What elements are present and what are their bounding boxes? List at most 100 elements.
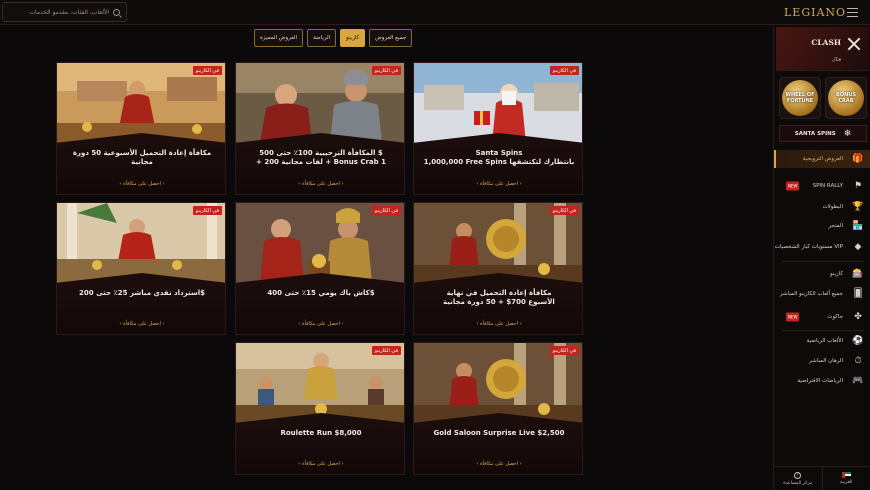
sidebar-item-label: الرياضات الافتراضية xyxy=(797,377,843,384)
promo-card[interactable]: في الكازينو Santa Spins 1,000,000 Free S… xyxy=(413,62,583,195)
promo-card[interactable]: في الكازينو Gold Saloon Surprise Live $2… xyxy=(413,342,583,475)
sidebar-item[interactable]: المتجر 🏪 xyxy=(774,217,870,235)
promo-filter-tabs: العروض المميزة الرياضة كازينو جميع العرو… xyxy=(254,29,413,47)
search-placeholder: الألعاب، الفئات، مقدمو الخدمات xyxy=(29,8,109,16)
sidebar-item-label: جميع ألعاب الكازينو المباشر xyxy=(779,290,843,297)
claim-bonus-label: احصل على مكافأة xyxy=(301,461,341,467)
claim-bonus-link[interactable]: ‹ احصل على مكافأة › xyxy=(236,321,404,327)
promo-title-line2: + 200 لفات مجانية + Bonus Crab 1 xyxy=(256,158,386,166)
swords-icon xyxy=(847,37,861,51)
filter-sports[interactable]: الرياضة xyxy=(307,29,337,47)
promo-title-line1: مكافأة إعادة التحميل في نهاية xyxy=(446,289,552,297)
promo-image xyxy=(236,63,404,143)
bonus-coins: WHEEL OF FORTUNE BONUS CRAB xyxy=(779,77,867,119)
sidebar-item[interactable]: SPIN RALLY ⚑ NEW xyxy=(774,177,870,195)
claim-bonus-link[interactable]: ‹ احصل على مكافأة › xyxy=(57,321,225,327)
sidebar-item[interactable]: الألعاب الرياضية ⚽ xyxy=(774,332,870,350)
help-center-label: مركز المساعدة xyxy=(783,480,813,486)
claim-bonus-label: احصل على مكافأة xyxy=(122,321,162,327)
promo-title-line1: Santa Spins xyxy=(475,149,523,157)
search-icon xyxy=(113,8,120,16)
promo-card[interactable]: في الكازينو مكافأة إعادة التحميل الأسبوع… xyxy=(56,62,226,195)
promo-card[interactable]: في الكازينو كاش باك يومي 15٪ حتى 400$ ‹ … xyxy=(235,202,405,335)
casino-badge: في الكازينو xyxy=(549,206,579,215)
promo-title: مكافأة إعادة التحميل في نهاية الأسبوع 70… xyxy=(420,289,578,307)
casino-badge: في الكازينو xyxy=(371,66,401,75)
promo-card[interactable]: في الكازينو مكافأة إعادة التحميل في نهاي… xyxy=(413,202,583,335)
promo-image xyxy=(57,203,225,283)
language-button[interactable]: العربية xyxy=(823,467,870,490)
casino-badge: في الكازينو xyxy=(371,206,401,215)
promo-image xyxy=(57,63,225,143)
claim-bonus-label: احصل على مكافأة xyxy=(122,181,162,187)
sidebar-item-label: جاكوت xyxy=(827,313,843,320)
new-badge: NEW xyxy=(786,312,800,322)
sidebar-item[interactable]: العروض الترويجية 🎁 xyxy=(774,150,870,168)
promo-image xyxy=(414,203,582,283)
promo-title-line1: مكافأة إعادة التحميل الأسبوعية 50 دورة م… xyxy=(72,149,212,166)
claim-bonus-label: احصل على مكافأة xyxy=(301,181,341,187)
new-badge: NEW xyxy=(786,181,800,191)
sidebar-item[interactable]: جاكوت ✤ NEW xyxy=(774,308,870,326)
sidebar-item[interactable]: كازينو 🎰 xyxy=(774,265,870,283)
sidebar-item-label: الرهان المباشر xyxy=(809,357,843,364)
promo-image xyxy=(414,343,582,423)
promo-title: استرداد نقدي مباشر 25٪ حتى 200$ xyxy=(63,289,221,298)
claim-bonus-label: احصل على مكافأة xyxy=(479,181,519,187)
ball-icon: ⚽ xyxy=(852,335,864,346)
sidebar-item[interactable]: الرهان المباشر ⏱ xyxy=(774,352,870,370)
promo-card[interactable]: في الكازينو Roulette Run $8,000 ‹ احصل ع… xyxy=(235,342,405,475)
hamburger-menu-icon[interactable] xyxy=(847,8,858,17)
sidebar-item[interactable]: جميع ألعاب الكازينو المباشر 🂠 xyxy=(774,285,870,303)
filter-special-offers[interactable]: العروض المميزة xyxy=(254,29,304,47)
santa-spins-label: SANTA SPINS xyxy=(794,130,836,137)
bonus-crab-button[interactable]: BONUS CRAB xyxy=(825,77,867,119)
sidebar-item-label: SPIN RALLY xyxy=(812,182,843,189)
gift-icon: 🎁 xyxy=(852,153,864,164)
promo-title: Roulette Run $8,000 xyxy=(242,429,400,438)
search-input[interactable]: الألعاب، الفئات، مقدمو الخدمات xyxy=(2,2,127,22)
sidebar-item-label: الألعاب الرياضية xyxy=(806,337,843,344)
casino-badge: في الكازينو xyxy=(192,66,222,75)
help-center-button[interactable]: ? مركز المساعدة xyxy=(774,467,823,490)
claim-bonus-link[interactable]: ‹ احصل على مكافأة › xyxy=(414,461,582,467)
claim-bonus-link[interactable]: ‹ احصل على مكافأة › xyxy=(414,181,582,187)
sidebar-footer: ? مركز المساعدة العربية xyxy=(774,466,870,490)
gamepad-icon: 🎮 xyxy=(852,375,864,386)
clover-icon: ✤ xyxy=(854,311,862,322)
sidebar-item[interactable]: البطولات 🏆 xyxy=(774,198,870,216)
sidebar-divider xyxy=(782,330,864,331)
promo-body: كاش باك يومي 15٪ حتى 400$ ‹ احصل على مكا… xyxy=(236,283,404,334)
sidebar-item-label: مستويات كبار الشخصيات VIP xyxy=(774,243,843,250)
claim-bonus-link[interactable]: ‹ احصل على مكافأة › xyxy=(57,181,225,187)
trophy-icon: 🏆 xyxy=(852,201,864,212)
promo-image xyxy=(236,343,404,423)
santa-spins-button[interactable]: SANTA SPINS ❄ xyxy=(779,125,867,142)
sidebar: CLASH قتال WHEEL OF FORTUNE BONUS CRAB S… xyxy=(773,25,870,490)
clash-banner[interactable]: CLASH قتال xyxy=(776,27,869,71)
promo-title-line2: الأسبوع 700$ + 50 دورة مجانية xyxy=(443,298,555,306)
claim-bonus-link[interactable]: ‹ احصل على مكافأة › xyxy=(236,461,404,467)
filter-casino[interactable]: كازينو xyxy=(340,29,366,47)
logo[interactable]: LEGIANO xyxy=(784,6,846,19)
flag-icon xyxy=(841,472,851,478)
promo-card[interactable]: في الكازينو استرداد نقدي مباشر 25٪ حتى 2… xyxy=(56,202,226,335)
wheel-of-fortune-button[interactable]: WHEEL OF FORTUNE xyxy=(779,77,821,119)
claim-bonus-link[interactable]: ‹ احصل على مكافأة › xyxy=(414,321,582,327)
clash-title: CLASH xyxy=(811,38,841,47)
cards-icon: 🂠 xyxy=(853,288,863,299)
promo-title-line2: 1,000,000 Free Spins بانتظارك لتكتشفها xyxy=(423,158,575,166)
promo-card[interactable]: في الكازينو المكافأة الترحيبية 100٪ حتى … xyxy=(235,62,405,195)
claim-bonus-link[interactable]: ‹ احصل على مكافأة › xyxy=(236,181,404,187)
promo-title: Santa Spins 1,000,000 Free Spins بانتظار… xyxy=(420,149,578,167)
sidebar-divider xyxy=(782,261,864,262)
filter-all-offers[interactable]: جميع العروض xyxy=(369,29,413,47)
claim-bonus-label: احصل على مكافأة xyxy=(301,321,341,327)
wheel-of-fortune-label: WHEEL OF FORTUNE xyxy=(782,80,818,116)
promo-title-line1: استرداد نقدي مباشر 25٪ حتى 200$ xyxy=(79,289,205,297)
promo-body: استرداد نقدي مباشر 25٪ حتى 200$ ‹ احصل ع… xyxy=(57,283,225,334)
sidebar-item[interactable]: الرياضات الافتراضية 🎮 xyxy=(774,372,870,390)
sidebar-item-label: كازينو xyxy=(830,270,843,277)
sidebar-item[interactable]: مستويات كبار الشخصيات VIP ◆ xyxy=(774,238,870,256)
promo-title: Gold Saloon Surprise Live $2,500 xyxy=(420,429,578,438)
